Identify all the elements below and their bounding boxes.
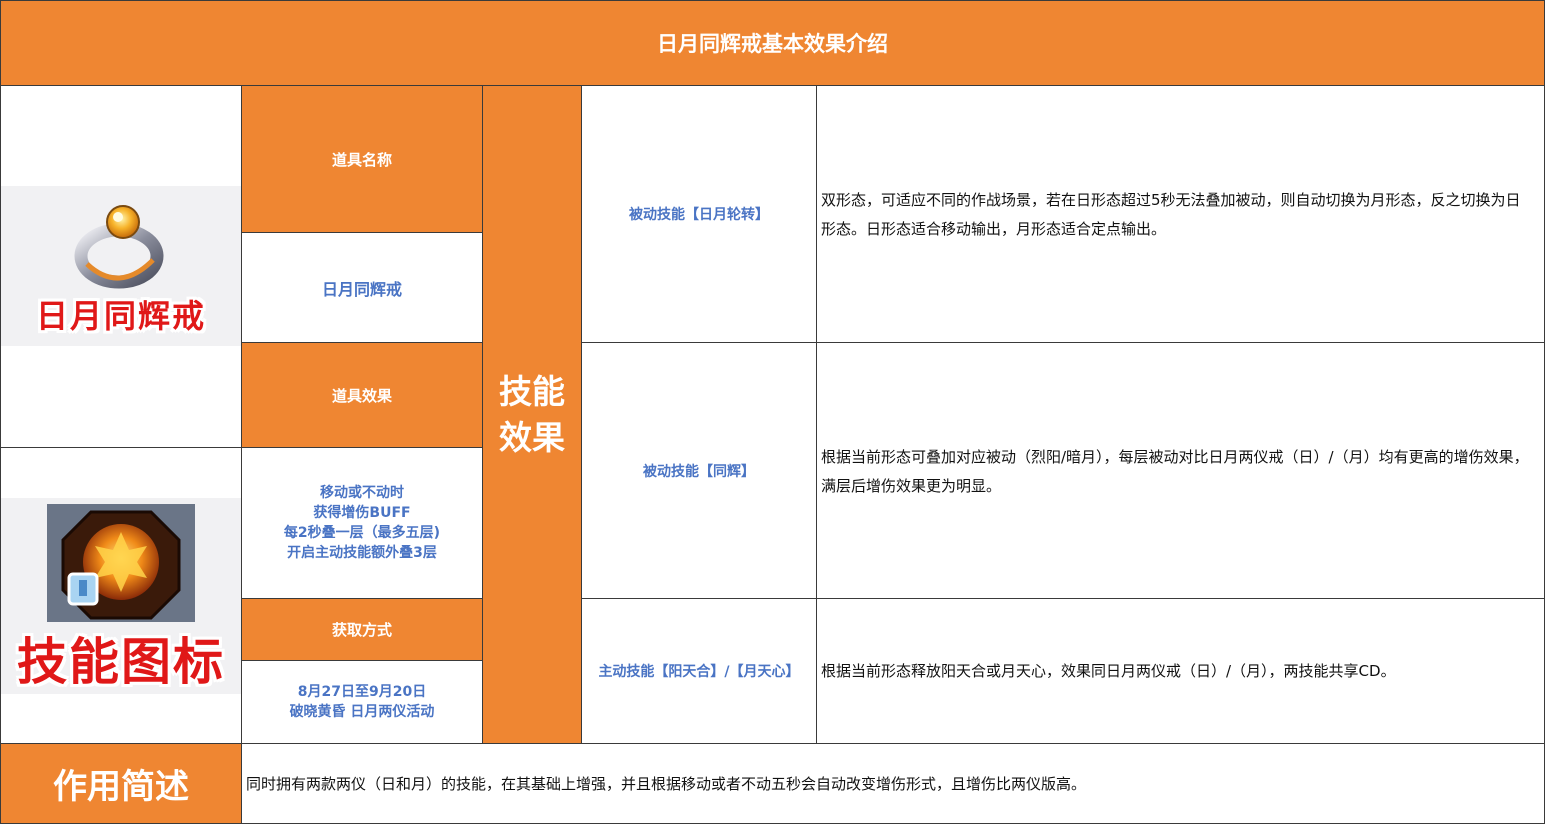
skill-desc-1: 双形态，可适应不同的作战场景，若在日形态超过5秒无法叠加被动，则自动切换为月形态… (816, 85, 1545, 343)
skill-image: 技能图标 (1, 498, 241, 694)
summary-text: 同时拥有两款两仪（日和月）的技能，在其基础上增强，并且根据移动或者不动五秒会自动… (241, 743, 1545, 824)
item-effect-line: 开启主动技能额外叠3层 (287, 545, 437, 561)
sun-skill-icon (47, 504, 195, 622)
acquire-line: 破晓黄昏 日月两仪活动 (289, 704, 435, 720)
acquire-label: 获取方式 (241, 598, 483, 661)
item-effect-line: 获得增伤BUFF (313, 505, 411, 521)
skill-effect-label-line: 技能 (499, 371, 565, 411)
acquire-value: 8月27日至9月20日 破晓黄昏 日月两仪活动 (241, 660, 483, 744)
item-effect-value: 移动或不动时 获得增伤BUFF 每2秒叠一层（最多五层) 开启主动技能额外叠3层 (241, 447, 483, 599)
effect-table: 日月同辉戒基本效果介绍 日月同辉戒 技能图标 道具名称 日月同辉戒 道具效果 移… (0, 0, 1545, 824)
item-name-label: 道具名称 (241, 85, 483, 233)
item-effect-line: 移动或不动时 (319, 485, 404, 501)
summary-label: 作用简述 (0, 743, 242, 824)
ring-icon (74, 205, 164, 289)
item-effect-label: 道具效果 (241, 342, 483, 448)
skill-desc-2: 根据当前形态可叠加对应被动（烈阳/暗月），每层被动对比日月两仪戒（日）/（月）均… (816, 342, 1545, 599)
skill-effect-label: 技能 效果 (482, 85, 582, 744)
skill-desc-3: 根据当前形态释放阳天合或月天心，效果同日月两仪戒（日）/（月），两技能共享CD。 (816, 598, 1545, 744)
item-image: 日月同辉戒 (1, 186, 241, 346)
item-image-caption: 日月同辉戒 (35, 297, 206, 335)
acquire-line: 8月27日至9月20日 (297, 684, 427, 700)
item-image-cell: 日月同辉戒 (0, 85, 242, 448)
skill-effect-label-line: 效果 (499, 417, 565, 457)
item-name-value: 日月同辉戒 (241, 232, 483, 343)
skill-name-2: 被动技能【同辉】 (581, 342, 817, 599)
skill-name-1: 被动技能【日月轮转】 (581, 85, 817, 343)
page-title: 日月同辉戒基本效果介绍 (0, 0, 1545, 86)
skill-name-3: 主动技能【阳天合】/【月天心】 (581, 598, 817, 744)
item-effect-line: 每2秒叠一层（最多五层) (283, 525, 441, 541)
skill-image-cell: 技能图标 (0, 447, 242, 744)
skill-image-caption: 技能图标 (17, 633, 225, 691)
